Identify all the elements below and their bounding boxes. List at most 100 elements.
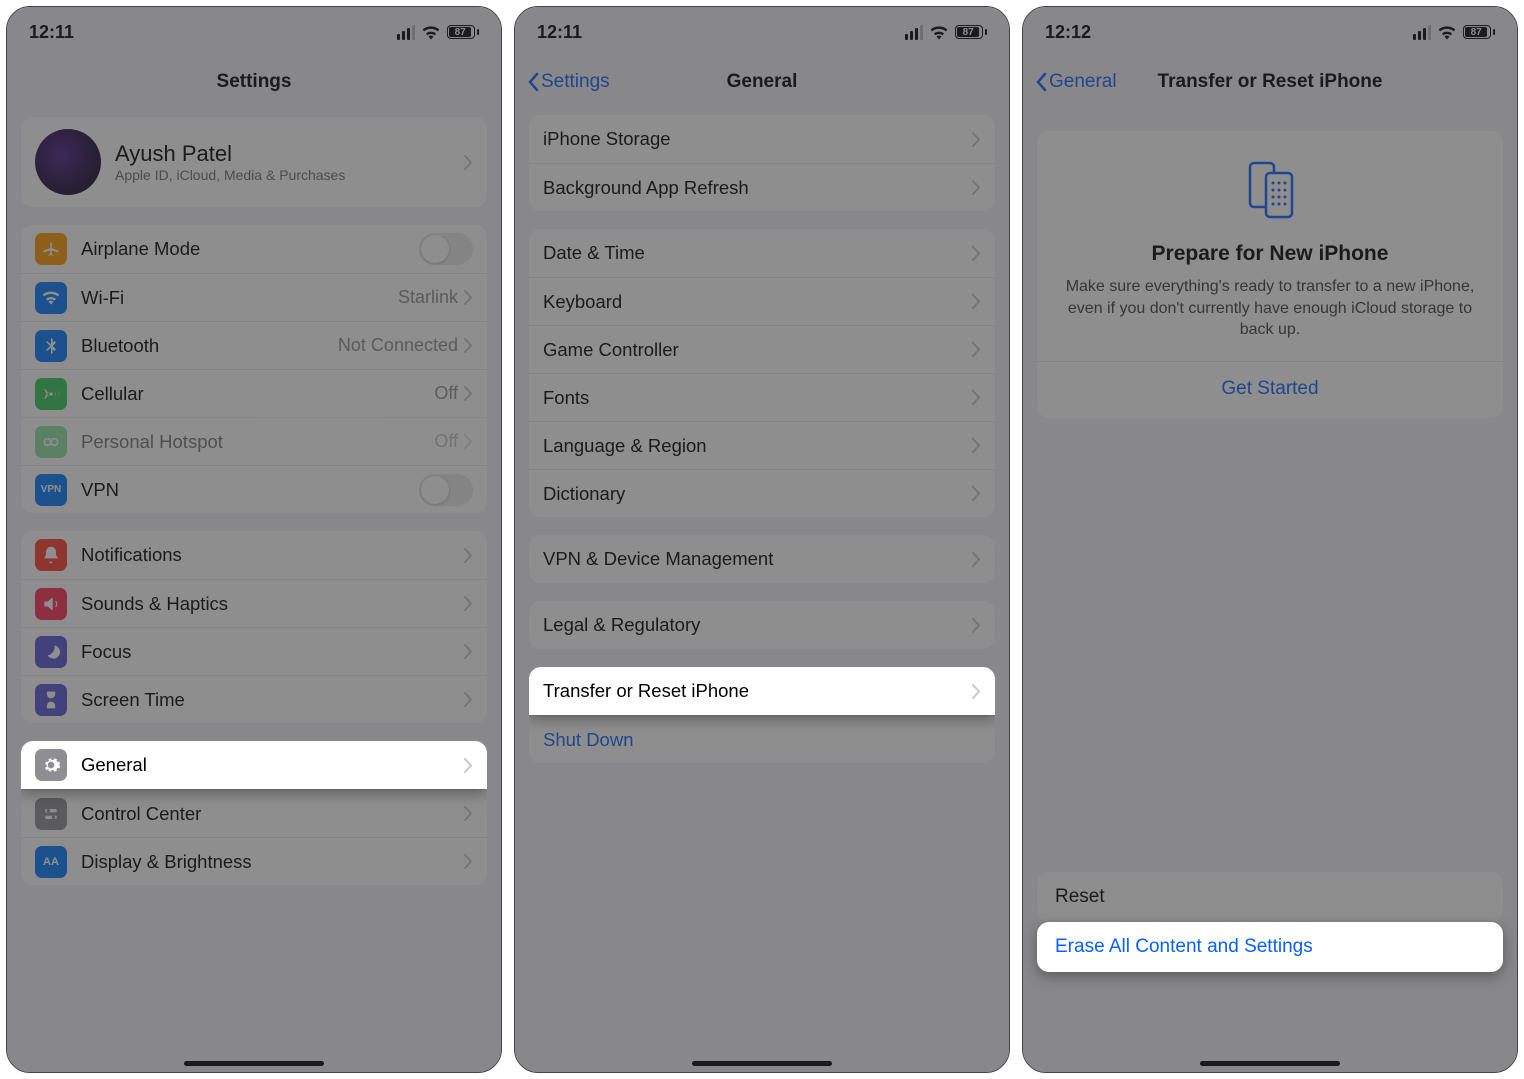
screentime-icon: [35, 684, 67, 716]
group-storage: iPhone Storage Background App Refresh: [529, 115, 995, 211]
chevron-right-icon: [972, 294, 981, 309]
battery-icon: 87: [447, 25, 479, 39]
chevron-right-icon: [972, 132, 981, 147]
chevron-right-icon: [464, 692, 473, 707]
row-shutdown[interactable]: Shut Down: [529, 715, 995, 763]
screen-transfer-reset: 12:12 87 General Transfer or Reset iPhon…: [1022, 6, 1518, 1073]
row-background-refresh[interactable]: Background App Refresh: [529, 163, 995, 211]
prepare-card: Prepare for New iPhone Make sure everyth…: [1037, 131, 1503, 418]
chevron-right-icon: [464, 596, 473, 611]
row-language-region[interactable]: Language & Region: [529, 421, 995, 469]
row-bluetooth[interactable]: Bluetooth Not Connected: [21, 321, 487, 369]
airplane-icon: [35, 233, 67, 265]
chevron-right-icon: [972, 486, 981, 501]
row-legal[interactable]: Legal & Regulatory: [529, 601, 995, 649]
wifi-icon: [929, 24, 949, 40]
row-erase-all[interactable]: Erase All Content and Settings: [1037, 922, 1503, 972]
focus-icon: [35, 636, 67, 668]
status-time: 12:11: [537, 22, 582, 43]
back-button[interactable]: General: [1035, 71, 1117, 93]
chevron-right-icon: [464, 854, 473, 869]
vpn-icon: VPN: [35, 474, 67, 506]
row-control-center[interactable]: Control Center: [21, 789, 487, 837]
chevron-right-icon: [464, 548, 473, 563]
row-vpn-management[interactable]: VPN & Device Management: [529, 535, 995, 583]
chevron-right-icon: [972, 342, 981, 357]
group-connectivity: Airplane Mode Wi-Fi Starlink Bluetooth N…: [21, 225, 487, 513]
group-reset: Transfer or Reset iPhone Shut Down: [529, 667, 995, 763]
row-iphone-storage[interactable]: iPhone Storage: [529, 115, 995, 163]
battery-icon: 87: [955, 25, 987, 39]
row-fonts[interactable]: Fonts: [529, 373, 995, 421]
row-cellular[interactable]: Cellular Off: [21, 369, 487, 417]
row-wifi[interactable]: Wi-Fi Starlink: [21, 273, 487, 321]
get-started-button[interactable]: Get Started: [1057, 362, 1483, 400]
battery-icon: 87: [1463, 25, 1495, 39]
hotspot-icon: [35, 426, 67, 458]
group-input: Date & Time Keyboard Game Controller Fon…: [529, 229, 995, 517]
apple-id-row[interactable]: Ayush Patel Apple ID, iCloud, Media & Pu…: [21, 117, 487, 207]
home-indicator[interactable]: [692, 1061, 832, 1066]
profile-name: Ayush Patel: [115, 141, 464, 167]
cellular-signal-icon: [905, 25, 923, 40]
profile-sub: Apple ID, iCloud, Media & Purchases: [115, 167, 464, 183]
devices-icon: [1238, 157, 1302, 221]
vpn-toggle[interactable]: [419, 474, 473, 506]
nav-title: General Transfer or Reset iPhone: [1023, 57, 1517, 107]
status-bar: 12:11 87: [515, 7, 1009, 57]
chevron-right-icon: [464, 155, 473, 170]
row-general[interactable]: General: [21, 741, 487, 789]
status-time: 12:12: [1045, 22, 1091, 43]
row-keyboard[interactable]: Keyboard: [529, 277, 995, 325]
chevron-right-icon: [464, 644, 473, 659]
airplane-toggle[interactable]: [419, 233, 473, 265]
chevron-right-icon: [972, 438, 981, 453]
nav-title: Settings General: [515, 57, 1009, 107]
chevron-right-icon: [972, 684, 981, 699]
card-body: Make sure everything's ready to transfer…: [1057, 276, 1483, 341]
cellular-signal-icon: [397, 25, 415, 40]
avatar: [35, 129, 101, 195]
status-bar: 12:12 87: [1023, 7, 1517, 57]
chevron-right-icon: [972, 390, 981, 405]
status-time: 12:11: [29, 22, 74, 43]
card-heading: Prepare for New iPhone: [1057, 242, 1483, 266]
home-indicator[interactable]: [184, 1061, 324, 1066]
row-display-brightness[interactable]: AA Display & Brightness: [21, 837, 487, 885]
row-focus[interactable]: Focus: [21, 627, 487, 675]
row-hotspot[interactable]: Personal Hotspot Off: [21, 417, 487, 465]
row-dictionary[interactable]: Dictionary: [529, 469, 995, 517]
group-attention: Notifications Sounds & Haptics Focus Scr…: [21, 531, 487, 723]
gear-icon: [35, 749, 67, 781]
wifi-settings-icon: [35, 282, 67, 314]
chevron-left-icon: [527, 72, 539, 92]
screen-settings: 12:11 87 Settings Ayush Patel Apple ID, …: [6, 6, 502, 1073]
notifications-icon: [35, 539, 67, 571]
chevron-right-icon: [464, 386, 473, 401]
group-vpn: VPN & Device Management: [529, 535, 995, 583]
row-airplane-mode[interactable]: Airplane Mode: [21, 225, 487, 273]
row-date-time[interactable]: Date & Time: [529, 229, 995, 277]
wifi-icon: [1437, 24, 1457, 40]
row-game-controller[interactable]: Game Controller: [529, 325, 995, 373]
chevron-right-icon: [464, 434, 473, 449]
group-general: General Control Center AA Display & Brig…: [21, 741, 487, 885]
chevron-right-icon: [464, 290, 473, 305]
row-vpn[interactable]: VPN VPN: [21, 465, 487, 513]
cellular-signal-icon: [1413, 25, 1431, 40]
row-screentime[interactable]: Screen Time: [21, 675, 487, 723]
cellular-icon: [35, 378, 67, 410]
chevron-right-icon: [972, 552, 981, 567]
chevron-right-icon: [972, 180, 981, 195]
bluetooth-icon: [35, 330, 67, 362]
home-indicator[interactable]: [1200, 1061, 1340, 1066]
back-button[interactable]: Settings: [527, 71, 610, 93]
sounds-icon: [35, 588, 67, 620]
row-notifications[interactable]: Notifications: [21, 531, 487, 579]
row-transfer-reset[interactable]: Transfer or Reset iPhone: [529, 667, 995, 715]
row-sounds[interactable]: Sounds & Haptics: [21, 579, 487, 627]
group-legal: Legal & Regulatory: [529, 601, 995, 649]
chevron-right-icon: [464, 806, 473, 821]
chevron-right-icon: [972, 246, 981, 261]
screen-general: 12:11 87 Settings General iPhone Storage…: [514, 6, 1010, 1073]
